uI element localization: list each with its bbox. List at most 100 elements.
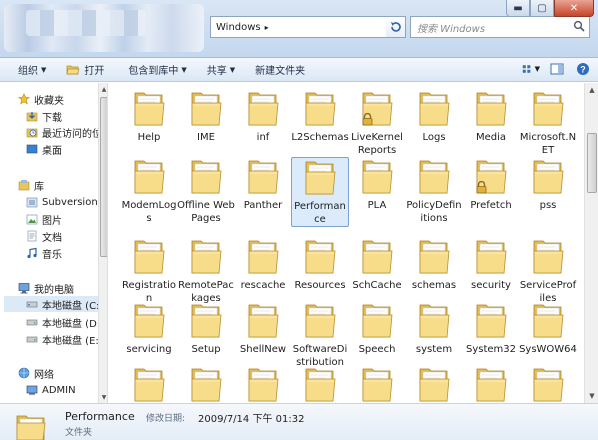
folder-item[interactable]: Registration bbox=[120, 237, 178, 305]
scroll-up-icon[interactable]: ▲ bbox=[585, 83, 598, 97]
folder-item[interactable]: ServiceProfiles bbox=[519, 237, 577, 305]
folder-item[interactable]: inf bbox=[234, 89, 292, 144]
blurred-region bbox=[26, 10, 146, 36]
folder-item[interactable]: Logs bbox=[405, 89, 463, 144]
breadcrumb-arrow-icon[interactable]: ▸ bbox=[265, 23, 269, 32]
folder-icon bbox=[305, 92, 336, 126]
preview-pane-button[interactable] bbox=[548, 60, 566, 78]
scroll-thumb[interactable] bbox=[587, 133, 597, 193]
nav-favorites-header[interactable]: 收藏夹 bbox=[18, 91, 64, 107]
folder-icon bbox=[16, 415, 46, 440]
folder-item[interactable] bbox=[462, 365, 520, 403]
folder-item[interactable]: ModemLogs bbox=[120, 157, 178, 225]
folder-item[interactable]: Microsoft.NET bbox=[519, 89, 577, 157]
nav-item-admin[interactable]: ADMIN bbox=[26, 382, 76, 398]
folder-item[interactable]: pss bbox=[519, 157, 577, 212]
nav-item-recent[interactable]: 最近访问的位 bbox=[26, 124, 102, 140]
folder-name: SchCache bbox=[352, 280, 402, 291]
nav-item-desktop[interactable]: 桌面 bbox=[26, 141, 62, 157]
music-icon bbox=[27, 247, 37, 259]
folder-item[interactable]: ShellNew bbox=[234, 301, 292, 356]
organize-menu[interactable]: 组织 ▼ bbox=[12, 60, 52, 80]
nav-label: 下载 bbox=[42, 112, 62, 124]
folder-item[interactable]: RemotePackages bbox=[177, 237, 235, 305]
nav-item-drive-e[interactable]: 本地磁盘 (E:) bbox=[26, 331, 103, 347]
open-button[interactable]: 打开 bbox=[60, 60, 110, 80]
folder-item[interactable] bbox=[519, 365, 577, 403]
folder-name: Microsoft.NET bbox=[519, 132, 577, 156]
nav-label: 网络 bbox=[34, 369, 54, 381]
folder-item[interactable]: security bbox=[462, 237, 520, 292]
library-icon bbox=[18, 180, 30, 191]
folder-item[interactable] bbox=[348, 365, 406, 403]
folder-icon bbox=[305, 240, 336, 274]
nav-libraries-header[interactable]: 库 bbox=[18, 177, 44, 193]
close-button[interactable]: ✕ bbox=[554, 0, 594, 17]
minimize-button[interactable]: ▬ bbox=[506, 0, 530, 17]
folder-item[interactable]: servicing bbox=[120, 301, 178, 356]
nav-network-header[interactable]: 网络 bbox=[18, 365, 54, 381]
include-in-library-menu[interactable]: 包含到库中 ▼ bbox=[122, 60, 192, 80]
folder-item[interactable]: Help bbox=[120, 89, 178, 144]
address-path[interactable]: Windows bbox=[216, 22, 261, 33]
folder-item[interactable]: Prefetch bbox=[462, 157, 520, 212]
folder-item[interactable] bbox=[234, 365, 292, 403]
nav-item-pictures[interactable]: 图片 bbox=[26, 211, 62, 227]
folder-item[interactable]: IME bbox=[177, 89, 235, 144]
folder-item[interactable]: System32 bbox=[462, 301, 520, 356]
folder-item[interactable]: schemas bbox=[405, 237, 463, 292]
folder-item[interactable]: Offline Web Pages bbox=[177, 157, 235, 225]
address-bar[interactable]: Windows ▸ ▼ bbox=[210, 16, 406, 38]
nav-item-subversion[interactable]: Subversion bbox=[26, 194, 98, 210]
content-scrollbar[interactable]: ▲ ▼ bbox=[584, 83, 598, 403]
nav-computer-header[interactable]: 我的电脑 bbox=[18, 280, 74, 296]
scroll-down-icon[interactable]: ▼ bbox=[99, 391, 107, 403]
new-folder-button[interactable]: 新建文件夹 bbox=[249, 60, 311, 80]
folder-item[interactable]: L2Schemas bbox=[291, 89, 349, 144]
nav-item-downloads[interactable]: 下载 bbox=[26, 108, 62, 124]
folder-name: system bbox=[415, 344, 453, 355]
folder-item[interactable]: Resources bbox=[291, 237, 349, 292]
folder-item[interactable]: PolicyDefinitions bbox=[405, 157, 463, 225]
folder-item[interactable]: SoftwareDistribution bbox=[291, 301, 349, 369]
scroll-down-icon[interactable]: ▼ bbox=[585, 389, 598, 403]
scroll-thumb[interactable] bbox=[100, 97, 107, 257]
folder-item-selected[interactable]: Performance bbox=[291, 157, 349, 227]
scroll-up-icon[interactable]: ▲ bbox=[99, 83, 107, 95]
folder-item[interactable]: Speech bbox=[348, 301, 406, 356]
folder-item[interactable]: SysWOW64 bbox=[519, 301, 577, 356]
folder-name: security bbox=[471, 280, 511, 291]
folder-item[interactable]: rescache bbox=[234, 237, 292, 292]
folder-icon bbox=[362, 240, 393, 274]
preview-pane-icon bbox=[550, 63, 564, 75]
folder-item[interactable]: Media bbox=[462, 89, 520, 144]
folder-item[interactable]: Panther bbox=[234, 157, 292, 212]
nav-item-drive-c[interactable]: 本地磁盘 (C:) bbox=[4, 296, 103, 312]
folder-item[interactable] bbox=[177, 365, 235, 403]
nav-item-documents[interactable]: 文档 bbox=[26, 228, 62, 244]
folder-icon bbox=[533, 92, 564, 126]
help-button[interactable]: ? bbox=[574, 60, 592, 78]
folder-item[interactable]: PLA bbox=[348, 157, 406, 212]
folder-item[interactable] bbox=[405, 365, 463, 403]
folder-icon bbox=[419, 92, 450, 126]
view-options-button[interactable]: ▼ bbox=[522, 60, 540, 78]
details-modified-label: 修改日期: bbox=[146, 414, 186, 424]
caret-down-icon[interactable]: ▼ bbox=[535, 65, 540, 73]
nav-item-drive-d[interactable]: 本地磁盘 (D:) bbox=[26, 314, 104, 330]
folder-item[interactable] bbox=[120, 365, 178, 403]
folder-icon bbox=[305, 161, 336, 195]
search-input[interactable]: 搜索 Windows bbox=[410, 16, 590, 38]
nav-item-music[interactable]: 音乐 bbox=[26, 245, 62, 261]
folder-item[interactable] bbox=[291, 365, 349, 403]
maximize-button[interactable]: ▢ bbox=[530, 0, 554, 17]
folder-item[interactable]: system bbox=[405, 301, 463, 356]
refresh-button[interactable] bbox=[386, 16, 406, 38]
search-icon[interactable] bbox=[573, 20, 585, 32]
nav-scrollbar[interactable]: ▲ ▼ bbox=[98, 83, 107, 403]
folder-item[interactable]: SchCache bbox=[348, 237, 406, 292]
folder-item[interactable]: Setup bbox=[177, 301, 235, 356]
share-menu[interactable]: 共享 ▼ bbox=[201, 60, 241, 80]
caret-down-icon: ▼ bbox=[41, 65, 47, 74]
folder-item[interactable]: LiveKernelReports bbox=[348, 89, 406, 157]
